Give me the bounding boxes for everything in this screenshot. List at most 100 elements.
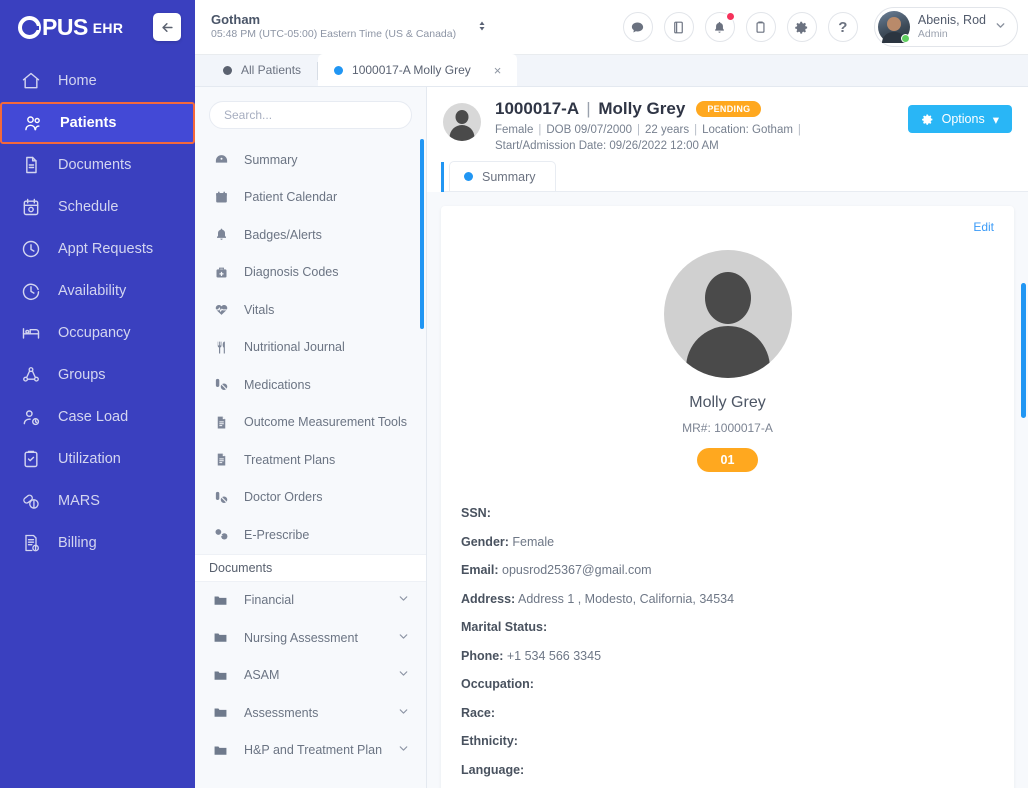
field-ssn: SSN:	[461, 506, 994, 520]
folder-icon	[213, 668, 230, 683]
sidebar-item-label: Availability	[58, 283, 127, 299]
field-key: Race:	[461, 705, 496, 720]
sidebar-nav: Home Patients Documents Schedule Appt Re…	[0, 55, 195, 564]
clipboard-icon[interactable]	[745, 12, 776, 42]
chevron-down-icon[interactable]	[397, 742, 410, 758]
sidebar-item-schedule[interactable]: Schedule	[0, 186, 195, 228]
patient-mrn: 1000017-A	[495, 99, 579, 118]
folder-label: H&P and Treatment Plan	[244, 743, 383, 758]
user-menu[interactable]: Abenis, Rod Admin	[873, 7, 1018, 47]
close-icon[interactable]: ×	[494, 63, 502, 78]
summary-badge-wrap: 01	[461, 448, 994, 472]
chevron-down-icon[interactable]	[397, 667, 410, 683]
patient-menu-item-treatment-plans[interactable]: Treatment Plans	[195, 441, 426, 479]
sidebar-item-label: Occupancy	[58, 325, 131, 341]
demographic-fields: SSN: Gender: Female Email: opusrod25367@…	[461, 506, 994, 788]
user-name: Abenis, Rod	[917, 12, 986, 27]
summary-mr-number: MR#: 1000017-A	[682, 421, 773, 435]
field-value: Address 1 , Modesto, California, 34534	[517, 591, 735, 606]
patient-menu-item-patient-calendar[interactable]: Patient Calendar	[195, 179, 426, 217]
folder-item-assessments[interactable]: Assessments	[195, 694, 426, 732]
location-timezone: 05:48 PM (UTC-05:00) Eastern Time (US & …	[211, 28, 457, 41]
field-value: opusrod25367@gmail.com	[502, 563, 652, 577]
sidebar-item-availability[interactable]: Availability	[0, 270, 195, 312]
group-icon	[20, 364, 42, 386]
folder-icon	[213, 593, 230, 608]
patient-menu-list: Summary Patient Calendar Badges/Alerts D…	[195, 139, 426, 554]
patient-menu-item-summary[interactable]: Summary	[195, 141, 426, 179]
app-root: PUS EHR Home Patients Documents Schedule…	[0, 0, 1028, 788]
folder-item-financial[interactable]: Financial	[195, 582, 426, 620]
patient-menu-item-badges-alerts[interactable]: Badges/Alerts	[195, 216, 426, 254]
patient-menu-item-diagnosis-codes[interactable]: Diagnosis Codes	[195, 254, 426, 292]
help-icon[interactable]: ?	[827, 12, 858, 42]
sidebar-item-home[interactable]: Home	[0, 60, 195, 102]
bell-icon[interactable]	[704, 12, 735, 42]
field-marital-status: Marital Status:	[461, 620, 994, 634]
sidebar-item-label: Case Load	[58, 409, 129, 425]
field-key: Marital Status:	[461, 620, 548, 634]
book-icon[interactable]	[663, 12, 694, 42]
options-button-label: Options	[941, 112, 985, 126]
tab-all-patients[interactable]: All Patients	[207, 54, 317, 86]
sidebar-item-appt-requests[interactable]: Appt Requests	[0, 228, 195, 270]
file-text-icon	[213, 415, 230, 430]
patient-menu-item-nutritional-journal[interactable]: Nutritional Journal	[195, 329, 426, 367]
edit-link[interactable]: Edit	[973, 220, 994, 234]
field-ethnicity: Ethnicity:	[461, 734, 994, 748]
main-sidebar: PUS EHR Home Patients Documents Schedule…	[0, 0, 195, 788]
patient-menu-item-doctor-orders[interactable]: Doctor Orders	[195, 479, 426, 517]
sidebar-item-groups[interactable]: Groups	[0, 354, 195, 396]
chat-icon[interactable]	[622, 12, 653, 42]
capsule-icon	[213, 490, 230, 505]
page-scrollbar[interactable]	[1021, 283, 1026, 418]
patient-tabs-bar: All Patients 1000017-A Molly Grey ×	[195, 54, 1028, 87]
tab-label: 1000017-A Molly Grey	[352, 63, 471, 77]
gear-icon[interactable]	[786, 12, 817, 42]
sidebar-item-mars[interactable]: MARS	[0, 480, 195, 522]
sort-updown-icon[interactable]	[476, 18, 488, 36]
folder-item-asam[interactable]: ASAM	[195, 657, 426, 695]
options-button[interactable]: Options ▾	[907, 105, 1012, 133]
sidebar-item-case-load[interactable]: Case Load	[0, 396, 195, 438]
sidebar-item-occupancy[interactable]: Occupancy	[0, 312, 195, 354]
tab-patient-1000017a[interactable]: 1000017-A Molly Grey ×	[318, 54, 518, 86]
folder-item-nursing-assessment[interactable]: Nursing Assessment	[195, 619, 426, 657]
patient-summary-card: Edit Molly Grey MR#: 1000017-A 01 SSN: G…	[441, 206, 1014, 788]
sidebar-item-billing[interactable]: Billing	[0, 522, 195, 564]
patient-menu-item-outcome-measurement-tools[interactable]: Outcome Measurement Tools	[195, 404, 426, 442]
opus-logo: PUS EHR	[18, 14, 123, 41]
sidebar-item-patients[interactable]: Patients	[0, 102, 195, 144]
chevron-down-icon	[994, 19, 1007, 35]
topbar-icon-buttons: ? Abenis, Rod Admin	[622, 7, 1018, 47]
patient-menu-item-e-prescribe[interactable]: E-Prescribe	[195, 516, 426, 554]
patient-menu-item-label: Diagnosis Codes	[244, 265, 339, 280]
search-input[interactable]	[209, 101, 412, 129]
active-rail	[441, 162, 444, 192]
patient-age: 22 years	[645, 124, 690, 136]
chevron-down-icon[interactable]	[397, 705, 410, 721]
patient-menu-item-vitals[interactable]: Vitals	[195, 291, 426, 329]
patient-header: 1000017-A | Molly Grey PENDING Female | DO…	[427, 87, 1028, 162]
tab-status-dot-icon	[464, 172, 473, 181]
users-icon	[22, 112, 44, 134]
field-key: Phone:	[461, 648, 504, 663]
folder-item-hp-and-treatment-plan[interactable]: H&P and Treatment Plan	[195, 732, 426, 770]
tab-summary[interactable]: Summary	[449, 161, 557, 191]
sidebar-collapse-button[interactable]	[153, 13, 181, 41]
patient-menu-item-label: E-Prescribe	[244, 527, 310, 542]
sidebar-item-documents[interactable]: Documents	[0, 144, 195, 186]
patient-menu-item-label: Badges/Alerts	[244, 227, 322, 242]
sidebar-item-utilization[interactable]: Utilization	[0, 438, 195, 480]
location-selector[interactable]: Gotham 05:48 PM (UTC-05:00) Eastern Time…	[211, 12, 488, 42]
patient-menu-item-medications[interactable]: Medications	[195, 366, 426, 404]
chevron-down-icon[interactable]	[397, 592, 410, 608]
patient-gender: Female	[495, 124, 534, 136]
caret-down-icon: ▾	[992, 112, 999, 127]
sidebar-item-label: Patients	[60, 115, 117, 131]
chevron-down-icon[interactable]	[397, 630, 410, 646]
patient-menu-scrollbar[interactable]	[420, 139, 424, 329]
utensils-icon	[213, 340, 230, 355]
medkit-icon	[213, 265, 230, 280]
tab-label: All Patients	[241, 63, 302, 77]
